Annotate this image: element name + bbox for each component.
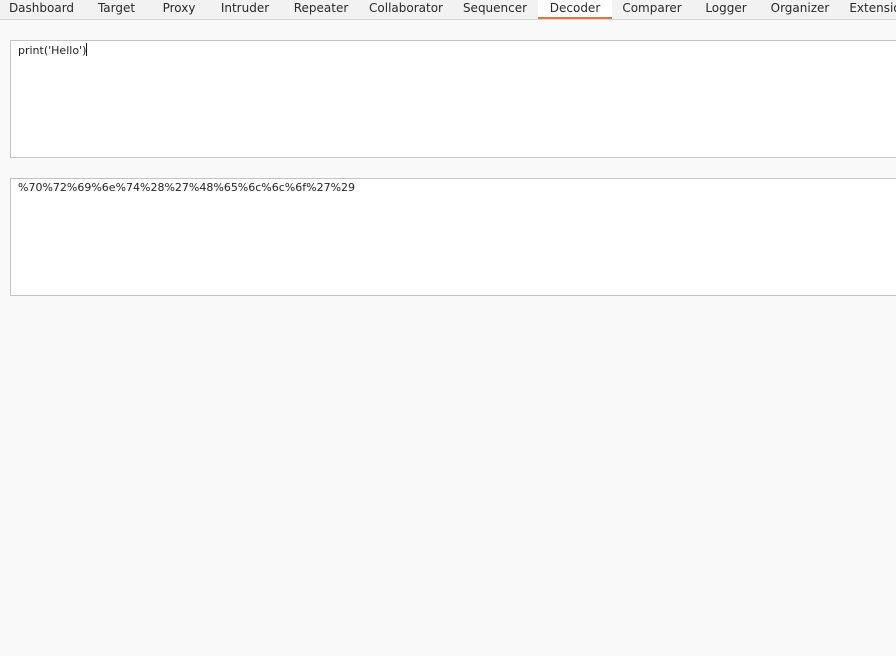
tab-collaborator[interactable]: Collaborator <box>360 0 452 19</box>
main-tab-bar: Dashboard Target Proxy Intruder Repeater… <box>0 0 896 20</box>
tab-organizer[interactable]: Organizer <box>760 0 840 19</box>
decoder-output-editor[interactable]: %70%72%69%6e%74%28%27%48%65%6c%6c%6f%27%… <box>10 178 896 296</box>
tab-sequencer[interactable]: Sequencer <box>452 0 538 19</box>
tab-proxy[interactable]: Proxy <box>150 0 208 19</box>
tab-extensions[interactable]: Extensio <box>840 0 896 19</box>
tab-repeater[interactable]: Repeater <box>282 0 360 19</box>
tab-decoder[interactable]: Decoder <box>538 0 612 19</box>
tab-comparer[interactable]: Comparer <box>612 0 692 19</box>
decoder-input-editor[interactable]: print('Hello') <box>10 40 896 158</box>
decoder-input-text: print('Hello') <box>18 43 88 57</box>
tab-intruder[interactable]: Intruder <box>208 0 282 19</box>
decoder-output-text: %70%72%69%6e%74%28%27%48%65%6c%6c%6f%27%… <box>18 181 356 194</box>
tab-dashboard[interactable]: Dashboard <box>0 0 83 19</box>
tab-target[interactable]: Target <box>83 0 150 19</box>
text-caret <box>86 43 88 56</box>
tab-logger[interactable]: Logger <box>692 0 760 19</box>
